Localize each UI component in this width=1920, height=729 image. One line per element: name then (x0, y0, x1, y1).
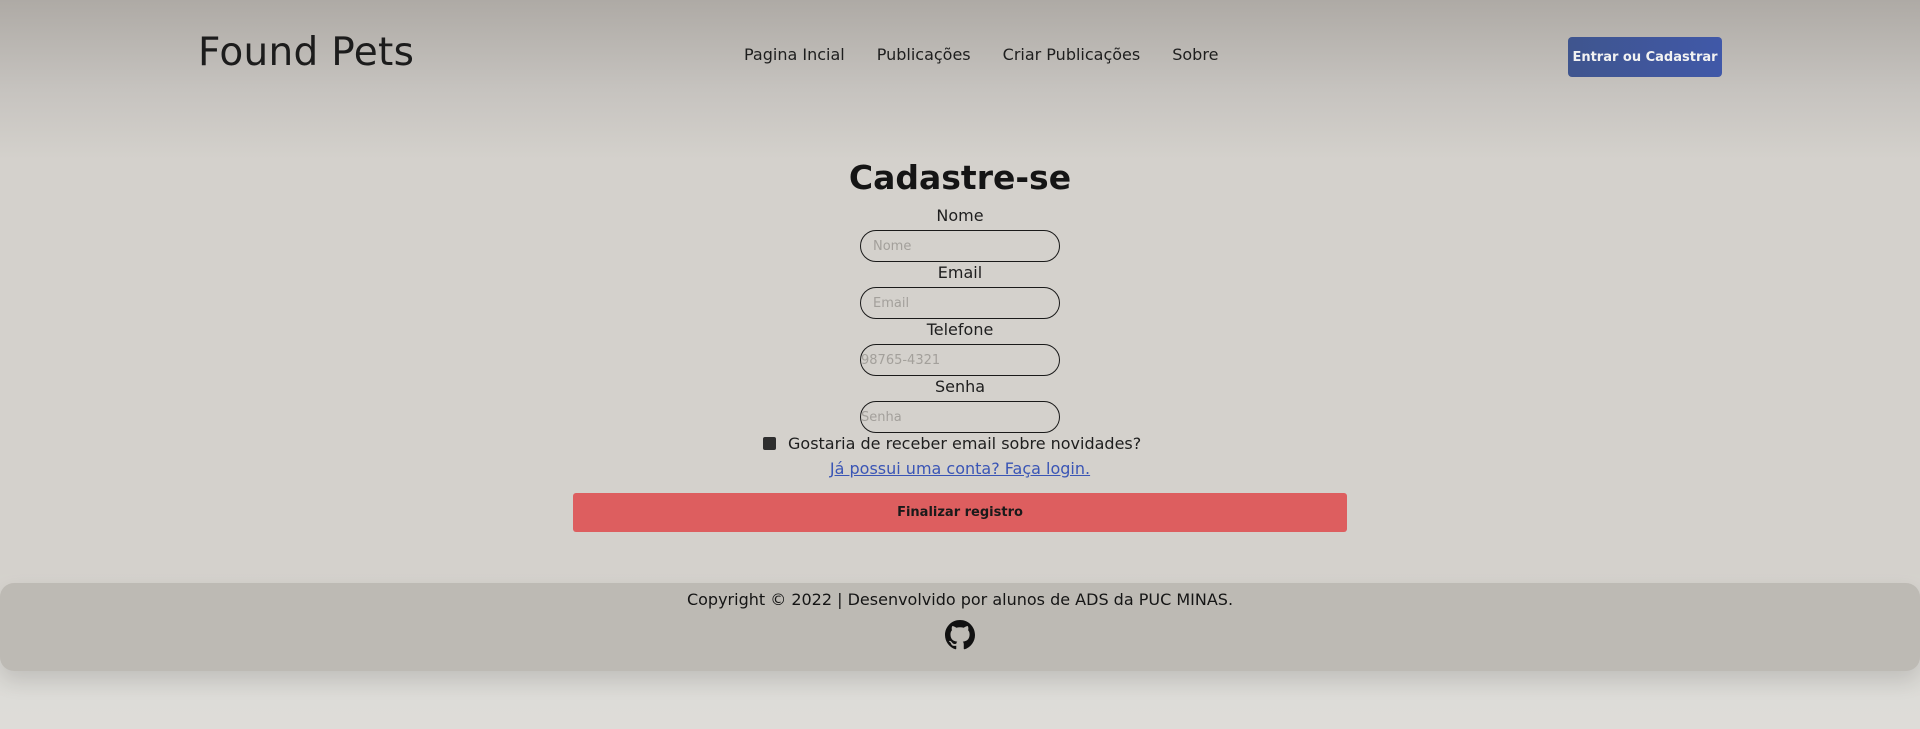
site-header: Found Pets Pagina Incial Publicações Cri… (0, 0, 1920, 112)
site-footer: Copyright © 2022 | Desenvolvido por alun… (0, 583, 1920, 671)
nav-link-create-publication[interactable]: Criar Publicações (1003, 45, 1141, 64)
password-label: Senha (934, 377, 986, 396)
newsletter-checkbox[interactable] (763, 437, 776, 450)
login-link[interactable]: Já possui uma conta? Faça login. (830, 459, 1090, 478)
copyright-text: Copyright © 2022 | Desenvolvido por alun… (686, 590, 1234, 609)
newsletter-row: Gostaria de receber email sobre novidade… (763, 434, 1141, 453)
email-input[interactable] (860, 287, 1060, 319)
name-label: Nome (936, 206, 984, 225)
email-label: Email (937, 263, 983, 282)
login-link-row: Já possui uma conta? Faça login. (0, 459, 1920, 478)
nav-link-home[interactable]: Pagina Incial (744, 45, 845, 64)
form-title: Cadastre-se (848, 158, 1072, 197)
nav-link-about[interactable]: Sobre (1172, 45, 1218, 64)
nav-link-publications[interactable]: Publicações (877, 45, 971, 64)
name-input[interactable] (860, 230, 1060, 262)
phone-label: Telefone (926, 320, 994, 339)
login-register-button[interactable]: Entrar ou Cadastrar (1568, 37, 1722, 77)
main-nav: Pagina Incial Publicações Criar Publicaç… (744, 45, 1218, 64)
site-logo[interactable]: Found Pets (198, 30, 414, 75)
password-input[interactable] (860, 401, 1060, 433)
newsletter-label: Gostaria de receber email sobre novidade… (788, 434, 1142, 453)
phone-input[interactable] (860, 344, 1060, 376)
github-icon[interactable] (945, 620, 975, 650)
submit-button[interactable]: Finalizar registro (573, 493, 1347, 532)
